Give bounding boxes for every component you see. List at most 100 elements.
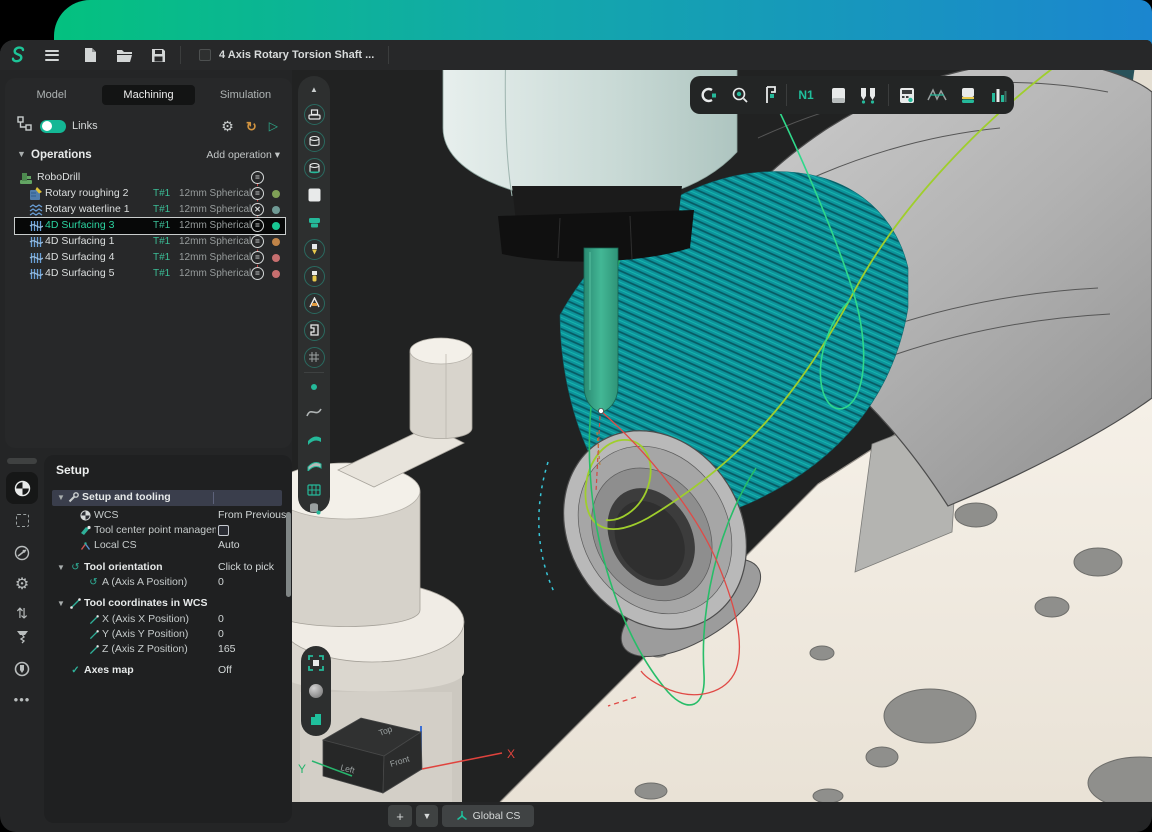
setup-scrollbar[interactable] (286, 512, 291, 597)
caliper-icon (762, 86, 778, 104)
status-calculated-icon[interactable]: = (251, 219, 264, 232)
axis-x-row[interactable]: X (Axis X Position) 0 (44, 612, 292, 628)
caliper-button[interactable] (760, 85, 780, 105)
stock-box-button[interactable] (828, 85, 848, 105)
collapse-toolbar-button[interactable]: ▲ (303, 78, 325, 100)
tab-simulation[interactable]: Simulation (199, 89, 292, 101)
chevron-down-icon[interactable]: ▼ (17, 149, 26, 159)
iso-view-button[interactable] (305, 708, 327, 730)
fixture-icon (308, 297, 321, 309)
axis-y-value[interactable]: 0 (218, 628, 224, 640)
operation-row[interactable]: Rotary waterline 1 T#1 12mm Spherical ✕ (5, 202, 292, 218)
gear-icon[interactable]: ⚙ (221, 119, 234, 133)
tool-holder-button[interactable] (6, 653, 38, 685)
operation-row[interactable]: Rotary roughing 2 T#1 12mm Spherical = (5, 186, 292, 202)
statistics-button[interactable] (989, 85, 1009, 105)
links-toggle[interactable] (40, 120, 66, 133)
operation-row[interactable]: 4D Surfacing 1 T#1 12mm Spherical = (5, 234, 292, 250)
recalculate-icon[interactable]: ↻ (246, 120, 257, 133)
fixture-visibility-button[interactable] (303, 292, 325, 314)
axis-x-value[interactable]: 0 (218, 613, 224, 625)
operation-row[interactable]: 4D Surfacing 5 T#1 12mm Spherical = (5, 266, 292, 282)
save-button[interactable] (148, 45, 168, 65)
nc-program-button[interactable]: N1 (796, 85, 816, 105)
calculator-button[interactable] (897, 85, 917, 105)
setup-and-tooling-section[interactable]: ▼ Setup and tooling (44, 490, 292, 506)
cs-dropdown-button[interactable]: ▼ (416, 805, 438, 827)
save-icon (151, 48, 166, 63)
more-button[interactable]: ••• (6, 683, 38, 715)
settings-button[interactable]: ⚙ (6, 568, 38, 600)
axis-y-row[interactable]: Y (Axis Y Position) 0 (44, 627, 292, 643)
chevron-down-icon[interactable]: ▼ (57, 493, 65, 502)
tool-coordinates-section[interactable]: ▼ Tool coordinates in WCS (44, 596, 292, 612)
open-file-button[interactable] (114, 45, 134, 65)
tab-model[interactable]: Model (5, 89, 98, 101)
stock-layers-button[interactable] (958, 85, 978, 105)
status-calculated-icon[interactable]: = (251, 171, 264, 184)
rail-drag-handle[interactable] (7, 458, 37, 464)
drill-button[interactable] (6, 622, 38, 654)
chevron-down-icon[interactable]: ▼ (57, 563, 65, 572)
axis-z-value[interactable]: 165 (218, 643, 236, 655)
faces-visibility-button[interactable] (303, 453, 325, 475)
status-calculated-icon[interactable]: = (251, 235, 264, 248)
operation-row-selected[interactable]: 4D Surfacing 3 T#1 12mm Spherical = (15, 218, 285, 234)
stock-teal-visibility-button[interactable] (303, 211, 325, 233)
axis-a-row[interactable]: ↺ A (Axis A Position) 0 (44, 575, 292, 591)
axis-a-value[interactable]: 0 (218, 576, 224, 588)
result-visibility-button[interactable] (303, 184, 325, 206)
status-calculated-icon[interactable]: = (251, 187, 264, 200)
setup-wcs-button[interactable] (6, 472, 38, 504)
surfacing-icon (29, 267, 43, 281)
viewport-toolbar: N1 (690, 76, 1014, 114)
stock-visibility-button[interactable] (303, 157, 325, 179)
tcp-row[interactable]: Tool center point management (44, 523, 292, 539)
new-file-button[interactable] (80, 45, 100, 65)
wcs-row[interactable]: WCS From Previous (44, 508, 292, 524)
points-visibility-button[interactable] (303, 376, 325, 398)
compass-button[interactable] (6, 537, 38, 569)
rotary-roughing-icon (29, 187, 43, 201)
tab-machining[interactable]: Machining (102, 85, 195, 105)
add-cs-button[interactable]: + (388, 805, 412, 827)
tcp-checkbox[interactable] (218, 525, 229, 536)
tool-shank-visibility-button[interactable] (303, 265, 325, 287)
surfaces-visibility-button[interactable] (303, 427, 325, 449)
main-menu-button[interactable] (42, 45, 62, 65)
wcs-value[interactable]: From Previous (218, 509, 286, 521)
tool-orientation-section[interactable]: ▼ ↺ Tool orientation Click to pick (44, 560, 292, 576)
curves-visibility-button[interactable] (303, 401, 325, 423)
orbit-view-button[interactable] (305, 680, 327, 702)
local-cs-icon (80, 540, 91, 551)
stock-teal-icon (308, 216, 321, 229)
run-simulation-icon[interactable]: ▷ (269, 120, 278, 132)
clamp-visibility-button[interactable] (303, 319, 325, 341)
axes-map-row[interactable]: ✓ Axes map Off (44, 663, 292, 679)
global-cs-button[interactable]: Global CS (442, 805, 534, 827)
operation-row[interactable]: 4D Surfacing 4 T#1 12mm Spherical = (5, 250, 292, 266)
probe-measure-button[interactable] (730, 85, 750, 105)
magnet-snap-button[interactable] (698, 85, 718, 105)
cylinder-visibility-button[interactable] (303, 497, 325, 519)
axis-z-row[interactable]: Z (Axis Z Position) 165 (44, 642, 292, 658)
tool-orientation-value[interactable]: Click to pick (218, 561, 274, 573)
local-cs-value[interactable]: Auto (218, 539, 240, 551)
zoom-fit-button[interactable] (305, 652, 327, 674)
status-calculated-icon[interactable]: = (251, 267, 264, 280)
axes-map-value[interactable]: Off (218, 664, 232, 676)
chevron-down-icon[interactable]: ▼ (57, 599, 65, 608)
tool-pair-button[interactable] (858, 85, 878, 105)
selection-box-button[interactable] (6, 504, 38, 536)
document-checkbox[interactable] (199, 49, 211, 61)
tool-visibility-button[interactable] (303, 238, 325, 260)
operation-row-robodrill[interactable]: RoboDrill = (5, 170, 292, 186)
toolpath-analysis-button[interactable] (927, 85, 947, 105)
local-cs-row[interactable]: Local CS Auto (44, 538, 292, 554)
workpiece-visibility-button[interactable] (303, 130, 325, 152)
machine-visibility-button[interactable] (303, 103, 325, 125)
status-calculated-icon[interactable]: = (251, 251, 264, 264)
add-operation-button[interactable]: Add operation ▾ (206, 149, 280, 161)
status-excluded-icon[interactable]: ✕ (251, 203, 264, 216)
mesh-visibility-button[interactable] (303, 346, 325, 368)
